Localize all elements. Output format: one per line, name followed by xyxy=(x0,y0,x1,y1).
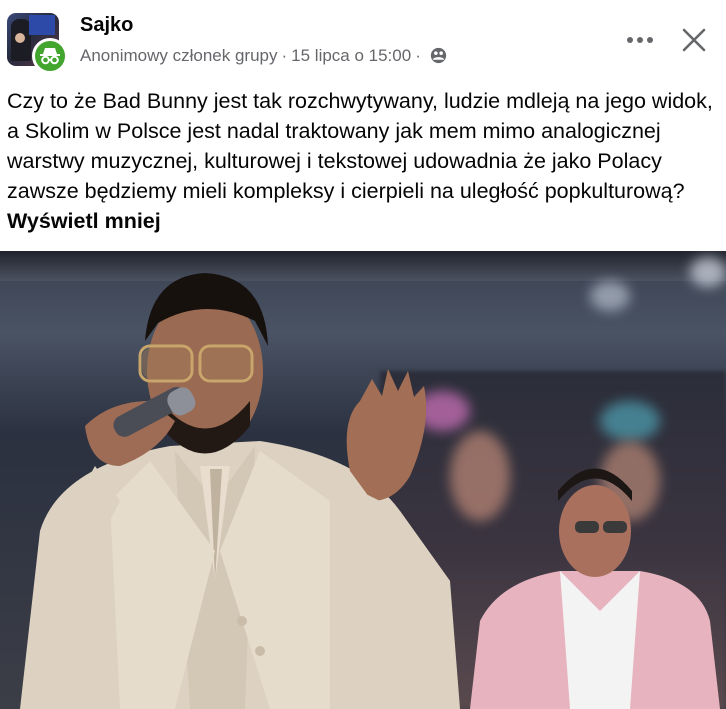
post-meta: Anonimowy członek grupy · 15 lipca o 15:00… xyxy=(80,46,447,69)
group-globe-icon[interactable] xyxy=(430,47,447,69)
close-icon[interactable] xyxy=(678,24,710,56)
post-text: Czy to że Bad Bunny jest tak rozchwytywa… xyxy=(7,89,713,203)
author-role: Anonimowy członek grupy xyxy=(80,46,278,65)
more-options-button[interactable] xyxy=(622,26,658,54)
post-timestamp[interactable]: 15 lipca o 15:00 xyxy=(291,46,411,65)
meta-separator: · xyxy=(281,46,288,65)
incognito-icon xyxy=(32,38,68,74)
see-less-link[interactable]: Wyświetl mniej xyxy=(7,209,161,233)
post-photo[interactable] xyxy=(0,251,726,709)
author-name[interactable]: Sajko xyxy=(80,14,133,37)
author-avatar[interactable] xyxy=(7,13,68,74)
post-header: Sajko Anonimowy członek grupy · 15 lipca o… xyxy=(0,0,726,82)
meta-separator: · xyxy=(415,46,421,65)
post-body: Czy to że Bad Bunny jest tak rozchwytywa… xyxy=(7,86,719,236)
